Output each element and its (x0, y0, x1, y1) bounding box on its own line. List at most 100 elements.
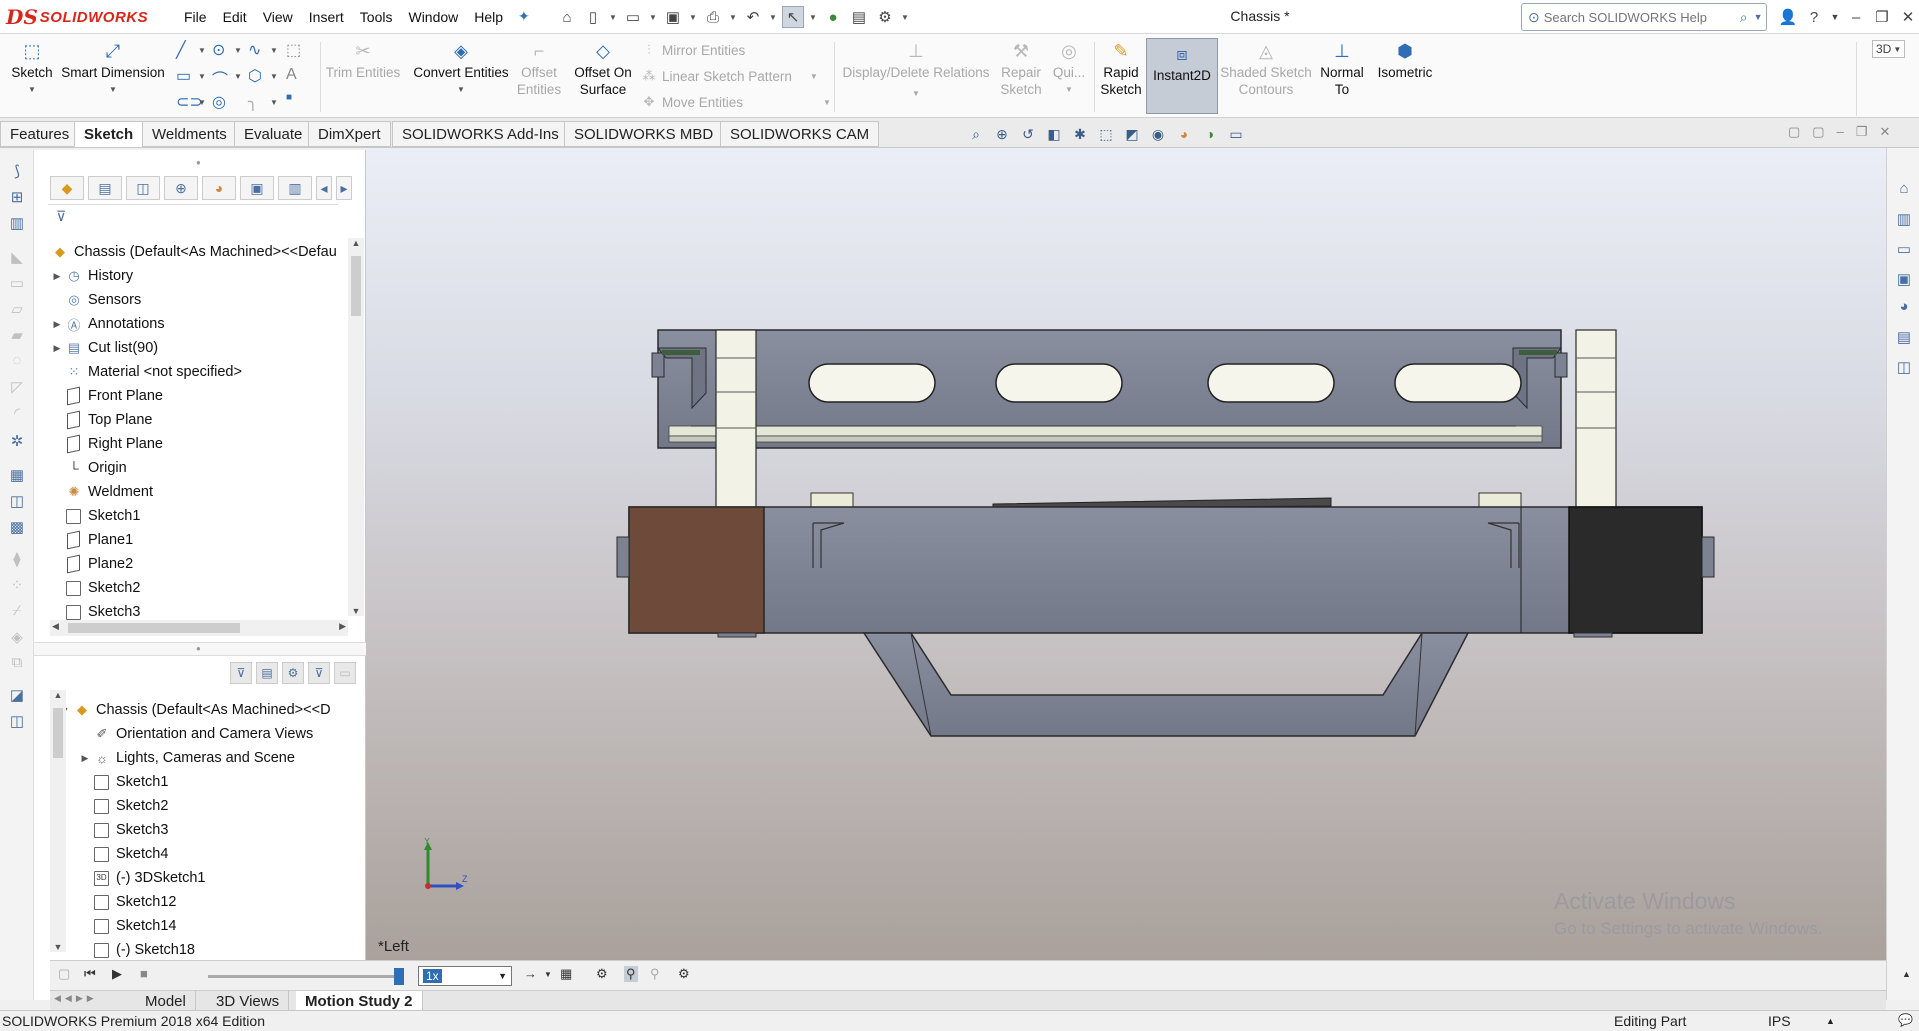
extruded-boss-icon[interactable]: ▱ (6, 300, 28, 322)
grid-icon[interactable]: ⬚ (286, 40, 301, 60)
polygon-dropdown-icon[interactable]: ▼ (270, 72, 278, 81)
isometric-button[interactable]: ⬢ Isometric (1372, 40, 1438, 81)
display-tree-root[interactable]: ▼ ◆ Chassis (Default<As Machined><<D (58, 698, 348, 722)
slot-dropdown-icon[interactable]: ▼ (198, 98, 206, 107)
zoom-to-area-icon[interactable]: ⊕ (992, 126, 1012, 143)
line-icon[interactable]: ╱ (176, 40, 186, 60)
smart-dimension-button[interactable]: ⤢ Smart Dimension ▼ (58, 40, 168, 98)
collapse-motion-icon[interactable]: ▲ (1902, 969, 1911, 979)
filter-icon[interactable]: ⊽ (56, 208, 66, 225)
playback-slider[interactable] (208, 968, 404, 985)
tree-item-sketch1[interactable]: Sketch1 (50, 504, 340, 528)
search-scope-icon[interactable]: ⊙ (1528, 9, 1540, 26)
tab-model[interactable]: Model (136, 991, 196, 1011)
play-from-start-icon[interactable]: ⏮ (84, 966, 96, 982)
tree-item-sensors[interactable]: ◎ Sensors (50, 288, 340, 312)
arc-dropdown-icon[interactable]: ▼ (234, 72, 242, 81)
tabs-scroll-left-icon[interactable]: ◂ (316, 176, 332, 200)
tab-motion-study-2[interactable]: Motion Study 2 (296, 991, 423, 1011)
tab-dimxpert[interactable]: DimXpert (308, 121, 391, 147)
linear-sketch-pattern-button[interactable]: ⁂ Linear Sketch Pattern ▼ (640, 68, 818, 84)
playback-mode-dropdown-icon[interactable]: ▼ (544, 970, 552, 979)
close-icon[interactable]: ✕ (1898, 8, 1918, 26)
sketch-grid-icon[interactable]: ▩ (6, 518, 28, 540)
help-dropdown-icon[interactable]: ▼ (1830, 12, 1840, 22)
tree-settings-icon[interactable]: ▤ (256, 662, 278, 684)
feature-tree-vscroll[interactable]: ▲ ▼ (348, 238, 364, 616)
file-explorer-icon[interactable]: ▭ (1893, 240, 1915, 262)
tree-item-cut-list[interactable]: ▶ ▤ Cut list(90) (50, 336, 340, 360)
tree-item-annotations[interactable]: ▶ Ⓐ Annotations (50, 312, 340, 336)
move-copy-body-icon[interactable]: ⧉ (6, 654, 28, 676)
menu-window[interactable]: Window (400, 9, 466, 25)
scrollbar-thumb[interactable] (53, 708, 63, 758)
combine-icon[interactable]: ◈ (6, 628, 28, 650)
previous-view-icon[interactable]: ↺ (1018, 126, 1038, 143)
scroll-down-icon[interactable]: ▼ (348, 606, 364, 616)
restore-icon[interactable]: ❐ (1872, 8, 1892, 26)
cam-tab-icon[interactable]: ▣ (240, 176, 274, 200)
menu-insert[interactable]: Insert (301, 9, 352, 25)
viewport-restore-icon[interactable]: ❐ (1856, 124, 1868, 140)
open-dropdown-icon[interactable]: ▼ (648, 6, 658, 28)
design-library-icon[interactable]: ▥ (1893, 210, 1915, 232)
insert-part-icon[interactable]: ◪ (6, 686, 28, 708)
playback-mode-icon[interactable]: → (524, 966, 537, 981)
plane-icon[interactable]: ■ (286, 92, 292, 103)
help-icon[interactable]: ? (1804, 9, 1824, 26)
expand-arrow-icon[interactable]: ▶ (78, 753, 92, 764)
move-entities-button[interactable]: ✥ Move Entities ▼ (640, 94, 831, 110)
scroll-down-icon[interactable]: ▼ (50, 942, 66, 952)
rectangle-icon[interactable]: ▭ (176, 66, 191, 86)
fillet-feature-icon[interactable]: ◜ (6, 404, 28, 426)
structural-member-icon[interactable]: ⟆ (6, 162, 28, 184)
display-item-sketch18[interactable]: (-) Sketch18 (58, 938, 348, 962)
save-dropdown-icon[interactable]: ▼ (688, 6, 698, 28)
shaded-sketch-contours-button[interactable]: ◬ Shaded Sketch Contours (1220, 40, 1312, 98)
reference-geometry-icon[interactable]: ✲ (6, 432, 28, 454)
polygon-icon[interactable]: ⬡ (248, 66, 262, 86)
feature-manager-tab-icon[interactable]: ◆ (50, 176, 84, 200)
quick-snaps-button[interactable]: ◎ Qui... ▼ (1048, 40, 1090, 98)
expand-arrow-icon[interactable]: ▶ (50, 343, 64, 354)
display-item-lights[interactable]: ▶ ☼ Lights, Cameras and Scene (58, 746, 348, 770)
display-style-icon[interactable]: ◩ (1122, 126, 1142, 143)
menu-tools[interactable]: Tools (352, 9, 401, 25)
weld-bead-icon[interactable]: ▭ (6, 274, 28, 296)
spline-dropdown-icon[interactable]: ▼ (270, 46, 278, 55)
tree-root[interactable]: ◆ Chassis (Default<As Machined><<Defau (50, 240, 340, 264)
pin-menu-icon[interactable]: ✦ (518, 8, 536, 26)
tree-options-icon[interactable]: ⚙ (282, 662, 304, 684)
units-text[interactable]: IPS (1768, 1013, 1791, 1029)
solidworks-resources-icon[interactable]: ⌂ (1893, 180, 1915, 202)
display-item-sketch1[interactable]: Sketch1 (58, 770, 348, 794)
scroll-right-icon[interactable]: ▶ (339, 621, 346, 632)
search-dropdown-icon[interactable]: ▼ (1754, 12, 1763, 22)
scrollbar-thumb[interactable] (68, 623, 240, 633)
notification-icon[interactable]: 💬 (1898, 1013, 1913, 1027)
fillet-dropdown-icon[interactable]: ▼ (270, 98, 278, 107)
slider-knob[interactable] (394, 968, 404, 985)
view-settings-icon[interactable]: ▭ (1226, 126, 1246, 143)
autokey-icon[interactable]: ⚲ (624, 966, 638, 982)
tree-collapse-icon[interactable]: ▭ (334, 662, 356, 684)
configuration-manager-tab-icon[interactable]: ◫ (126, 176, 160, 200)
display-delete-relations-button[interactable]: ⊥ Display/Delete Relations ▼ (838, 40, 994, 102)
panel-splitter[interactable]: ● (34, 642, 366, 656)
tab-scroll-icons[interactable]: ◀◀▶▶ (54, 993, 98, 1004)
menu-file[interactable]: File (176, 9, 215, 25)
menu-help[interactable]: Help (466, 9, 511, 25)
filter-tree-icon[interactable]: ⊽ (230, 662, 252, 684)
display-item-sketch14[interactable]: Sketch14 (58, 914, 348, 938)
hide-show-items-icon[interactable]: ◉ (1148, 126, 1168, 143)
tree-filter-2-icon[interactable]: ⊽ (308, 662, 330, 684)
fillet-icon[interactable]: ╮ (248, 92, 258, 112)
new-document-icon[interactable]: ▯ (582, 6, 604, 28)
tabs-scroll-right-icon[interactable]: ▸ (336, 176, 352, 200)
home-icon[interactable]: ⌂ (556, 6, 578, 28)
tab-solidworks-mbd[interactable]: SOLIDWORKS MBD (564, 121, 724, 147)
tree-item-top-plane[interactable]: Top Plane (50, 408, 340, 432)
rebuild-icon[interactable]: ● (822, 6, 844, 28)
apply-scene-icon[interactable]: ◑ (1200, 126, 1220, 142)
display-item-sketch2[interactable]: Sketch2 (58, 794, 348, 818)
